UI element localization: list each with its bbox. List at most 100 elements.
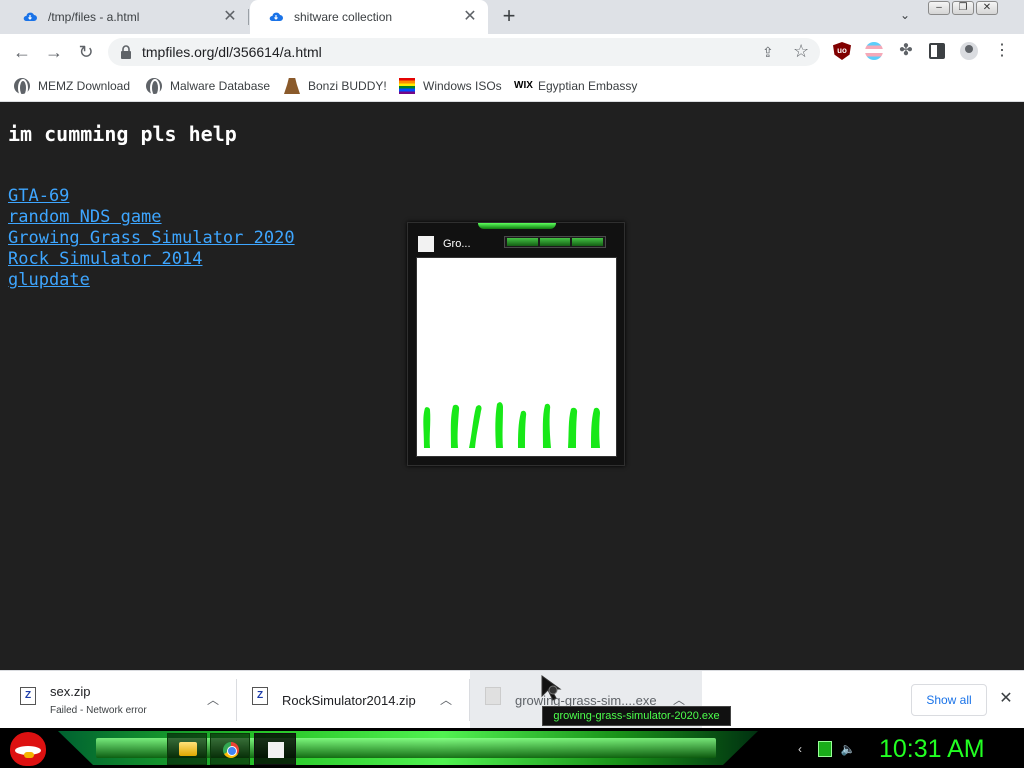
link-glupdate[interactable]: glupdate [8, 270, 295, 291]
bookmark-star-icon[interactable]: ☆ [793, 41, 809, 62]
reload-icon[interactable]: ↻ [76, 42, 96, 62]
bookmark-malware-database[interactable]: Malware Database [146, 76, 271, 97]
page-heading: im cumming pls help [8, 122, 237, 146]
network-icon[interactable] [818, 741, 832, 757]
tab-close-icon[interactable]: ✕ [462, 9, 478, 25]
folder-icon [179, 742, 197, 756]
maximize-button[interactable] [539, 238, 571, 246]
forward-arrow-icon[interactable]: → [44, 42, 64, 62]
window-caption-buttons[interactable] [504, 236, 606, 248]
bookmark-memz-download[interactable]: MEMZ Download [14, 76, 131, 97]
grass-blade [469, 405, 482, 448]
tray-chevron-icon[interactable]: ‹ [793, 741, 807, 757]
link-growing-grass-simulator[interactable]: Growing Grass Simulator 2020 [8, 228, 295, 249]
chevron-up-icon[interactable]: ︿ [206, 693, 220, 707]
download-item-sex-zip[interactable]: Z sex.zip Failed - Network error ︿ [20, 671, 232, 729]
rainbow-flag-icon [399, 78, 415, 94]
taskbar [0, 728, 1024, 768]
chrome-menu-icon[interactable]: ⋮ [994, 42, 1010, 60]
app-icon [268, 742, 284, 758]
grass-drawing [423, 402, 600, 448]
address-bar[interactable]: tmpfiles.org/dl/356614/a.html ⇪ ☆ [108, 38, 820, 66]
taskbar-grass-simulator-button[interactable] [254, 733, 296, 765]
download-filename: sex.zip [50, 684, 91, 699]
download-tooltip: growing-grass-simulator-2020.exe [542, 706, 731, 726]
download-bar: Z sex.zip Failed - Network error ︿ Z Roc… [0, 670, 1024, 729]
bookmark-label: Malware Database [170, 79, 271, 93]
download-divider [236, 679, 237, 721]
chrome-icon [223, 742, 239, 758]
bookmarks-bar: MEMZ Download Malware Database Bonzi BUD… [0, 70, 1024, 102]
bookmark-bonzi-buddy[interactable]: Bonzi BUDDY! [284, 76, 387, 96]
show-all-downloads-button[interactable]: Show all [911, 684, 987, 716]
download-item-rocksimulator[interactable]: Z RockSimulator2014.zip ︿ [252, 671, 464, 729]
chevron-up-icon[interactable]: ︿ [439, 693, 453, 707]
tab-title: /tmp/files - a.html [48, 10, 140, 24]
bookmark-label: Bonzi BUDDY! [308, 79, 387, 93]
window-title: Gro... [443, 238, 471, 250]
download-filename: RockSimulator2014.zip [282, 693, 416, 708]
volume-icon[interactable]: 🔈 [840, 741, 856, 757]
new-tab-button[interactable]: + [496, 5, 522, 29]
close-download-bar-icon[interactable]: ✕ [998, 691, 1014, 707]
tab-close-icon[interactable]: ✕ [222, 9, 238, 25]
grass-blade [423, 407, 431, 448]
browser-toolbar: ← → ↻ tmpfiles.org/dl/356614/a.html ⇪ ☆ … [0, 34, 1024, 70]
tab-divider [248, 9, 249, 25]
ublock-origin-icon[interactable]: uo [833, 42, 851, 60]
exe-file-icon [485, 687, 501, 705]
extensions-puzzle-icon[interactable]: ✤ [897, 42, 915, 60]
zip-file-icon: Z [20, 687, 36, 705]
url-text[interactable]: tmpfiles.org/dl/356614/a.html [142, 44, 322, 60]
taskbar-chrome-button[interactable] [210, 733, 250, 765]
zip-file-icon: Z [252, 687, 268, 705]
tab-shitware-collection[interactable]: shitware collection ✕ [250, 0, 488, 34]
window-glow-accent [478, 223, 556, 229]
profile-avatar-icon[interactable] [960, 42, 978, 60]
cloud-icon [268, 9, 284, 25]
bookmark-label: Windows ISOs [423, 79, 502, 93]
angry-bird-start-icon[interactable] [10, 732, 46, 766]
app-icon [418, 236, 434, 252]
grass-simulator-window[interactable]: Gro... [407, 222, 625, 466]
bonzi-icon [284, 78, 300, 94]
taskbar-clock[interactable]: 10:31 AM [879, 733, 985, 765]
grass-blade [568, 407, 578, 448]
restore-button[interactable]: ❐ [952, 1, 974, 15]
cloud-icon [22, 9, 38, 25]
tab-search-chevron-icon[interactable]: ⌄ [896, 8, 914, 26]
share-icon[interactable]: ⇪ [762, 44, 778, 60]
globe-icon [14, 78, 30, 97]
close-window-button[interactable]: ✕ [976, 1, 998, 15]
bookmark-windows-isos[interactable]: Windows ISOs [399, 76, 502, 96]
tab-title: shitware collection [294, 10, 393, 24]
globe-icon [146, 78, 162, 97]
grass-canvas[interactable] [416, 257, 617, 457]
window-controls: – ❐ ✕ [928, 1, 998, 15]
grass-blade [591, 407, 600, 448]
minimize-button[interactable]: – [928, 1, 950, 15]
grass-blade [495, 402, 503, 448]
lock-icon[interactable] [120, 45, 132, 59]
link-rock-simulator[interactable]: Rock Simulator 2014 [8, 249, 295, 270]
minimize-button[interactable] [507, 238, 538, 246]
chevron-up-icon[interactable]: ︿ [672, 693, 686, 707]
grass-blade [450, 404, 460, 448]
taskbar-explorer-button[interactable] [167, 733, 207, 765]
mouse-cursor-icon [541, 675, 562, 701]
close-button[interactable] [572, 238, 604, 246]
tab-strip: /tmp/files - a.html ✕ shitware collectio… [0, 0, 1024, 34]
bookmark-label: MEMZ Download [38, 79, 131, 93]
download-status: Failed - Network error [50, 705, 147, 716]
back-arrow-icon[interactable]: ← [12, 42, 32, 62]
bookmark-egyptian-embassy[interactable]: WIX Egyptian Embassy [514, 76, 637, 96]
link-random-nds-game[interactable]: random NDS game [8, 207, 295, 228]
trans-flag-extension-icon[interactable] [865, 42, 883, 60]
side-panel-icon[interactable] [929, 43, 945, 59]
tab-tmp-files[interactable]: /tmp/files - a.html ✕ [4, 0, 248, 34]
grass-blade [542, 403, 551, 448]
grass-blade [518, 410, 527, 448]
bookmark-label: Egyptian Embassy [538, 79, 638, 93]
link-gta-69[interactable]: GTA-69 [8, 186, 295, 207]
wix-icon: WIX [514, 80, 533, 91]
